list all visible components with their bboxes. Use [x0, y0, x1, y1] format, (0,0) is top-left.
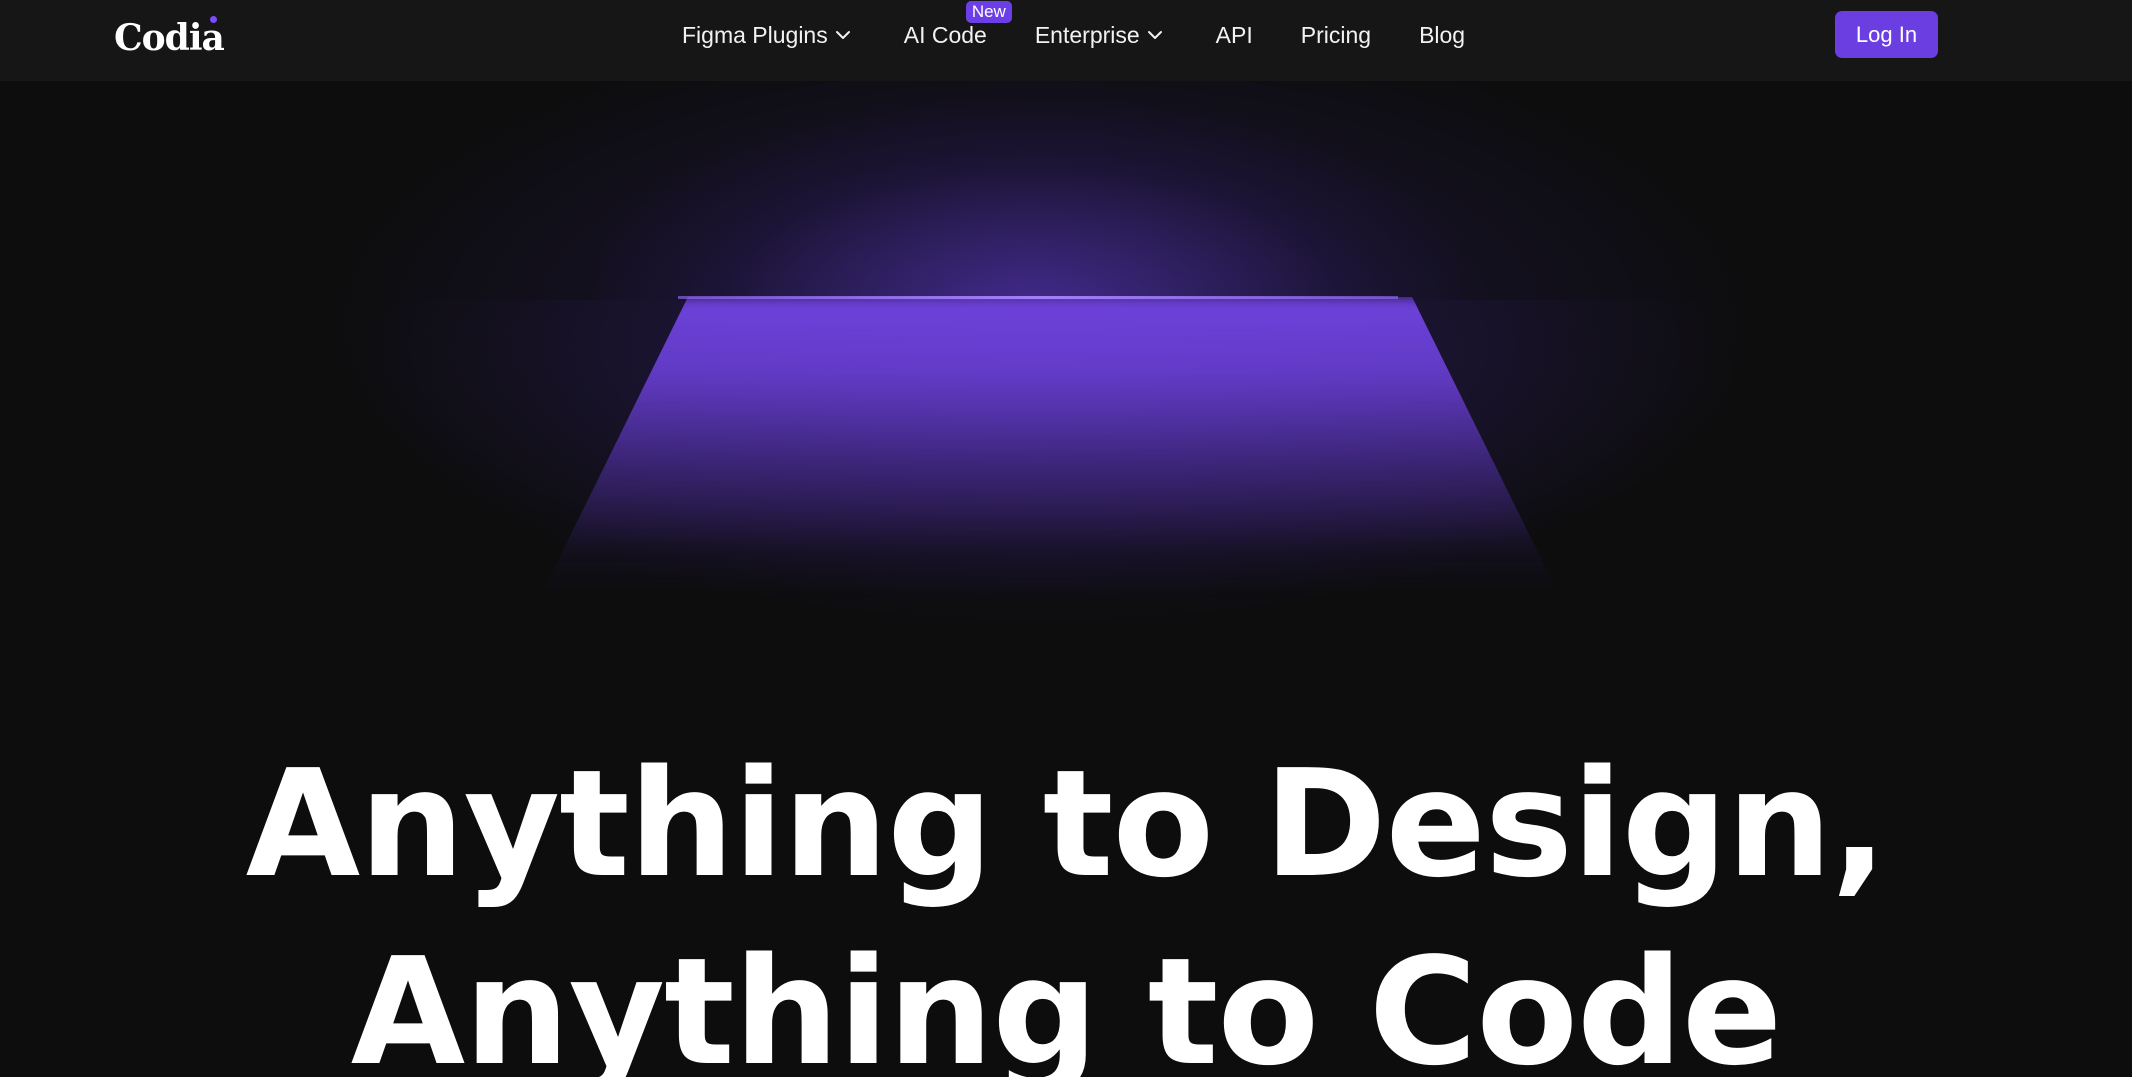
top-navbar: Codia Figma Plugins AI Code New Enterpri…	[0, 0, 2132, 81]
hero-light-beam	[540, 297, 1560, 597]
logo[interactable]: Codia	[114, 10, 225, 66]
login-button[interactable]: Log In	[1835, 11, 1938, 58]
hero-title-line-2: Anything to Code	[350, 926, 1783, 1077]
nav-item-label: Pricing	[1300, 21, 1372, 48]
nav-item-label: Enterprise	[1034, 21, 1140, 48]
hero-title-line-1: Anything to Design,	[245, 738, 1888, 910]
page: Codia Figma Plugins AI Code New Enterpri…	[0, 0, 2132, 1077]
hero-light-edge	[678, 296, 1398, 299]
hero-glow-top	[600, 100, 1460, 300]
main-nav: Figma Plugins AI Code New Enterprise API…	[682, 0, 1465, 70]
nav-item-pricing[interactable]: Pricing	[1301, 0, 1371, 70]
logo-text: Codia	[114, 17, 225, 59]
nav-item-label: AI Code	[903, 21, 987, 48]
nav-item-label: API	[1215, 21, 1253, 48]
hero-title: Anything to Design, Anything to Code	[0, 730, 2132, 1077]
nav-item-ai-code[interactable]: AI Code New	[903, 0, 1012, 70]
chevron-down-icon	[834, 26, 852, 44]
hero-beam-haze	[300, 300, 1800, 620]
nav-item-label: Blog	[1419, 21, 1466, 48]
hero-glow	[320, 70, 1760, 630]
nav-item-label: Figma Plugins	[682, 21, 828, 48]
nav-item-figma-plugins[interactable]: Figma Plugins	[682, 0, 852, 70]
nav-item-enterprise[interactable]: Enterprise	[1035, 0, 1164, 70]
nav-item-api[interactable]: API	[1216, 0, 1253, 70]
nav-item-blog[interactable]: Blog	[1419, 0, 1465, 70]
new-badge: New	[965, 1, 1012, 23]
chevron-down-icon	[1146, 26, 1164, 44]
logo-dot-icon	[209, 16, 217, 23]
